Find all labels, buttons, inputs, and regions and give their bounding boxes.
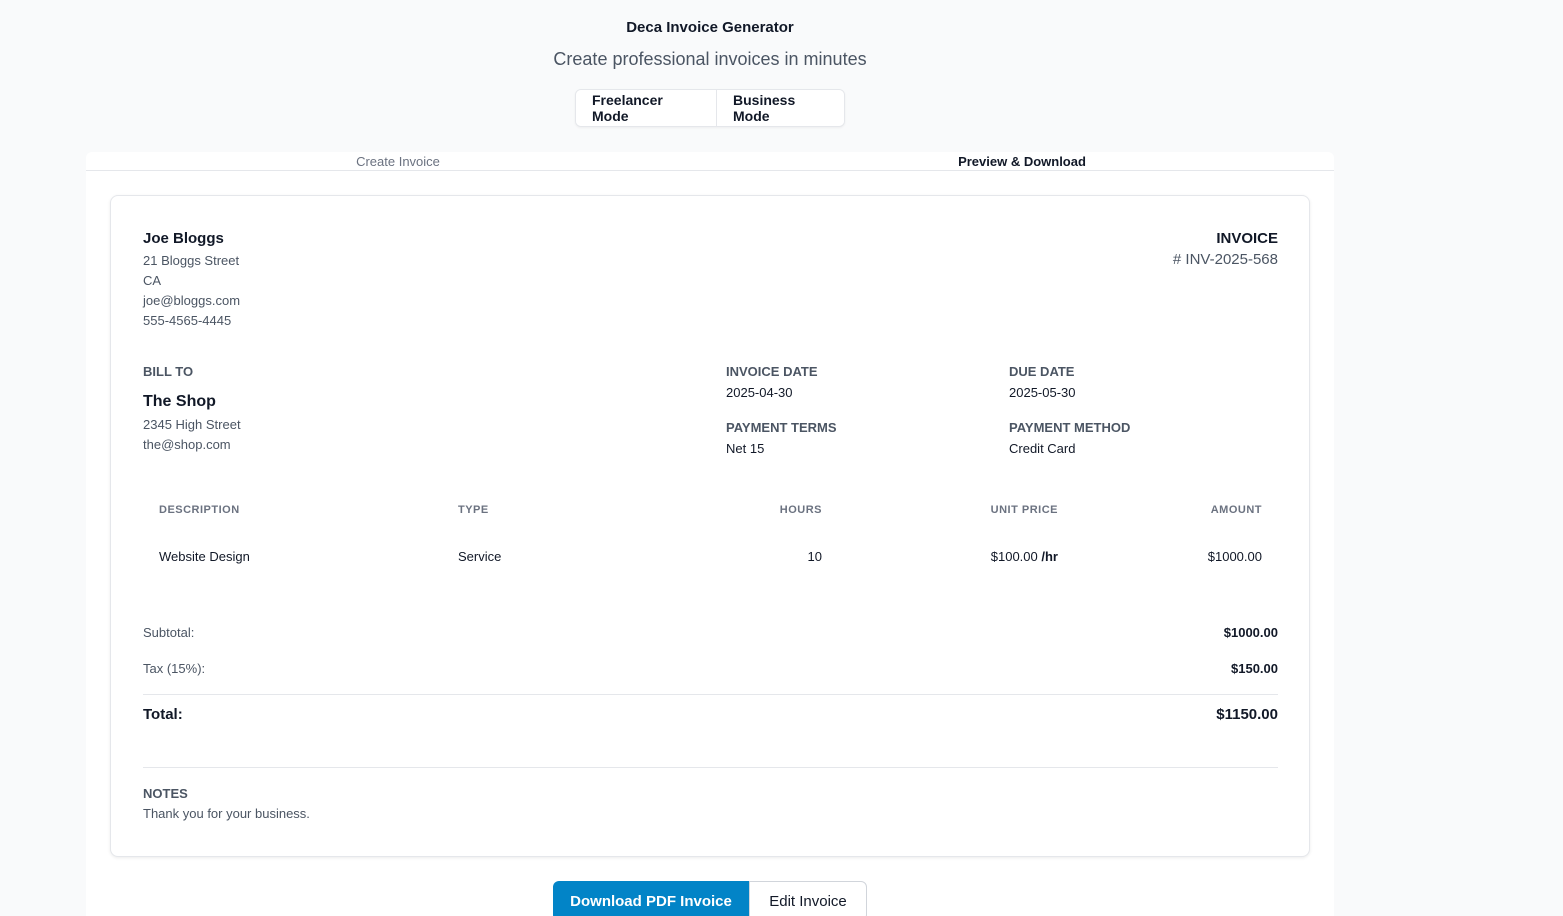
invoice-date-value: 2025-04-30: [726, 385, 793, 400]
total-label: Total:: [143, 706, 183, 723]
notes-label: NOTES: [143, 786, 188, 801]
line-item-unit-price: $100.00 /hr: [991, 549, 1058, 564]
main-card: Create Invoice Preview & Download Joe Bl…: [86, 152, 1334, 916]
payment-method-label: PAYMENT METHOD: [1009, 420, 1131, 435]
column-header-amount: AMOUNT: [1210, 504, 1262, 516]
invoice-heading: INVOICE: [1216, 230, 1278, 247]
column-header-type: TYPE: [458, 504, 489, 516]
notes-text: Thank you for your business.: [143, 806, 310, 821]
sender-email: joe@bloggs.com: [143, 293, 241, 308]
subtotal-value: $1000.00: [1223, 625, 1278, 640]
freelancer-mode-button[interactable]: Freelancer Mode: [576, 90, 717, 126]
bill-to-street: 2345 High Street: [143, 417, 241, 432]
subtotal-label: Subtotal:: [143, 625, 195, 640]
download-pdf-button[interactable]: Download PDF Invoice: [553, 881, 749, 916]
edit-invoice-button[interactable]: Edit Invoice: [749, 881, 867, 916]
line-item-hours: 10: [807, 549, 822, 564]
mode-toggle: Freelancer Mode Business Mode: [575, 89, 845, 127]
tab-preview-download[interactable]: Preview & Download: [710, 152, 1334, 170]
column-header-unit-price: UNIT PRICE: [990, 504, 1058, 516]
due-date-label: DUE DATE: [1009, 364, 1075, 379]
app-subtitle: Create professional invoices in minutes: [553, 49, 867, 69]
notes-divider: [143, 767, 1278, 768]
line-item-amount: $1000.00: [1207, 549, 1262, 564]
due-date-value: 2025-05-30: [1009, 385, 1076, 400]
sender-name: Joe Bloggs: [143, 230, 224, 247]
invoice-preview: Joe Bloggs 21 Bloggs Street CA joe@blogg…: [110, 195, 1310, 857]
payment-method-value: Credit Card: [1009, 441, 1076, 456]
column-header-description: DESCRIPTION: [159, 504, 240, 516]
app-title: Deca Invoice Generator: [626, 19, 794, 36]
bill-to-label: BILL TO: [143, 364, 194, 379]
unit-price-suffix: /hr: [1041, 549, 1058, 564]
tab-bar: Create Invoice Preview & Download: [86, 152, 1334, 171]
tax-label: Tax (15%):: [143, 661, 206, 676]
tax-value: $150.00: [1231, 661, 1278, 676]
sender-region: CA: [143, 273, 162, 288]
sender-phone: 555-4565-4445: [143, 313, 232, 328]
bill-to-name: The Shop: [143, 393, 216, 410]
payment-terms-value: Net 15: [726, 441, 765, 456]
column-header-hours: HOURS: [779, 504, 822, 516]
line-item-description: Website Design: [159, 549, 250, 564]
line-item-type: Service: [458, 549, 502, 564]
unit-price-value: $100.00: [990, 549, 1038, 564]
payment-terms-label: PAYMENT TERMS: [726, 420, 837, 435]
business-mode-button[interactable]: Business Mode: [717, 90, 844, 126]
bill-to-email: the@shop.com: [143, 437, 231, 452]
invoice-number: # INV-2025-568: [1172, 251, 1278, 268]
tab-create-invoice[interactable]: Create Invoice: [86, 152, 710, 170]
total-divider: [143, 694, 1278, 695]
invoice-date-label: INVOICE DATE: [726, 364, 818, 379]
total-value: $1150.00: [1216, 706, 1278, 723]
sender-street: 21 Bloggs Street: [143, 253, 240, 268]
